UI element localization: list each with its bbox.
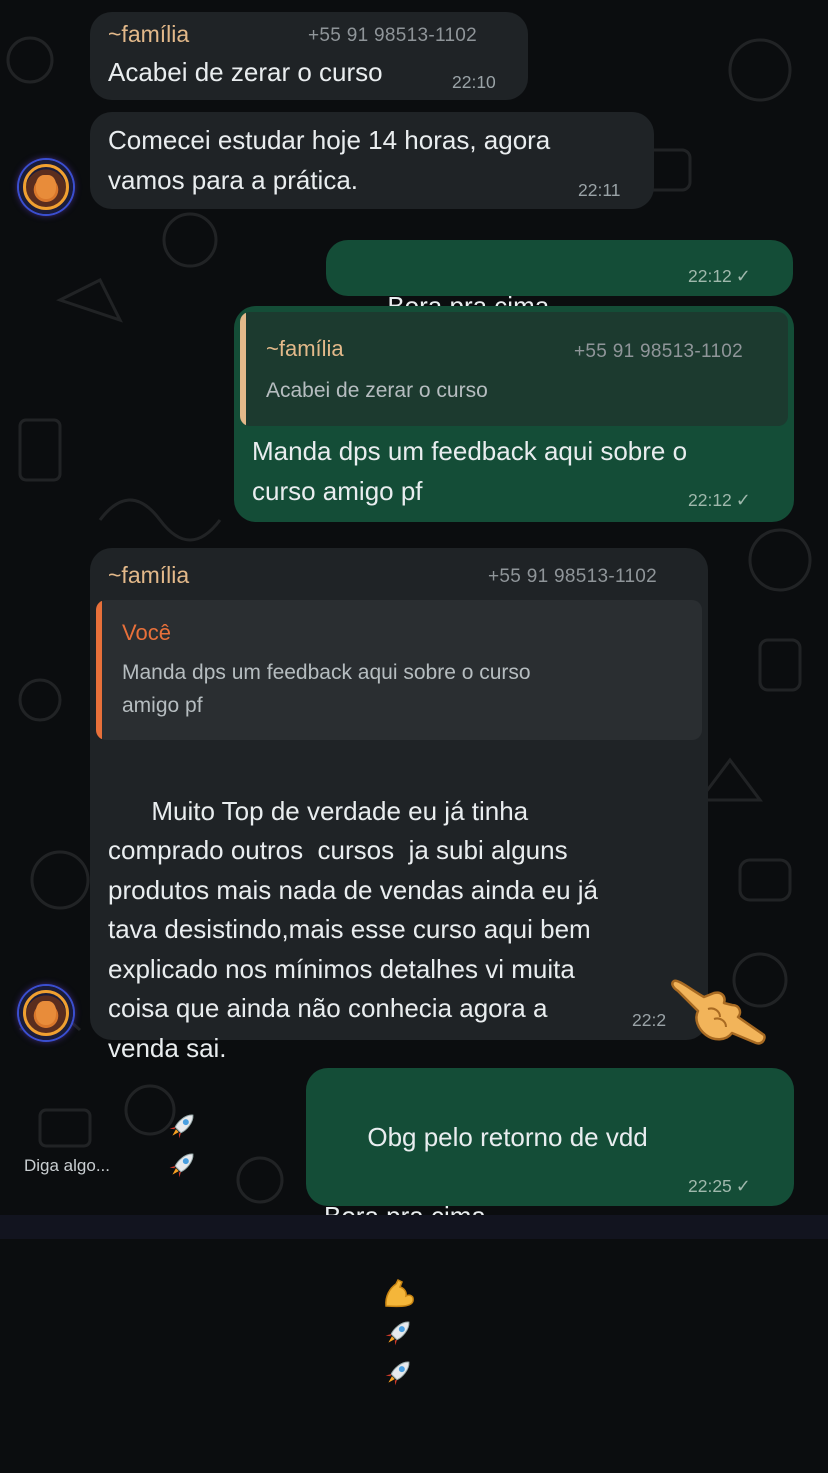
chat-thread: ~família +55 91 98513-1102 Acabei de zer… xyxy=(0,0,828,1385)
quoted-message[interactable]: Você Manda dps um feedback aqui sobre o … xyxy=(96,600,702,740)
contact-avatar[interactable] xyxy=(19,160,73,214)
quoted-sender: Você xyxy=(122,620,171,645)
message-text: Manda dps um feedback aqui sobre o curso… xyxy=(252,436,688,506)
rocket-icon xyxy=(385,1361,410,1385)
pointing-hand-icon xyxy=(671,979,766,1045)
sender-phone: +55 91 98513-1102 xyxy=(308,25,478,46)
message-time: 22:11 xyxy=(578,180,621,200)
outgoing-message[interactable]: ~família +55 91 98513-1102 Acabei de zer… xyxy=(234,306,794,522)
message-time-text: 22:25 xyxy=(688,1176,732,1196)
incoming-message[interactable]: Comecei estudar hoje 14 horas, agora vam… xyxy=(90,112,654,209)
emoji-group xyxy=(108,1112,200,1221)
incoming-message[interactable]: ~família +55 91 98513-1102 Você Manda dp… xyxy=(90,548,708,1178)
rocket-icon xyxy=(169,1114,194,1138)
emoji-group xyxy=(324,1278,416,1429)
sent-check-icon: ✓ xyxy=(735,266,751,286)
quoted-phone: +55 91 98513-1102 xyxy=(574,341,744,362)
quote-accent-bar xyxy=(96,600,102,740)
quoted-message[interactable]: ~família +55 91 98513-1102 Acabei de zer… xyxy=(240,312,788,426)
flexed-biceps-icon xyxy=(384,1278,414,1307)
outgoing-message[interactable]: Bora pra cima 22:12✓ xyxy=(326,240,793,475)
sender-name[interactable]: ~família xyxy=(108,562,189,589)
message-text: Obg pelo retorno de vdd Bora pra cima xyxy=(324,1078,648,1473)
message-input-placeholder[interactable]: Diga algo... xyxy=(24,1156,110,1176)
message-time-text: 22:12 xyxy=(688,266,732,286)
message-text: Acabei de zerar o curso xyxy=(108,57,383,87)
quoted-sender: ~família xyxy=(266,336,344,361)
sent-check-icon: ✓ xyxy=(735,490,751,510)
message-text: Comecei estudar hoje 14 horas, agora vam… xyxy=(108,125,551,195)
message-text-content: Muito Top de verdade eu já tinha comprad… xyxy=(108,795,599,1063)
sent-check-icon: ✓ xyxy=(735,1176,751,1196)
quoted-text: Manda dps um feedback aqui sobre o curso… xyxy=(122,661,531,717)
rocket-icon xyxy=(385,1321,410,1346)
outgoing-message[interactable]: Obg pelo retorno de vdd Bora pra cima 22… xyxy=(306,1068,794,1385)
contact-avatar[interactable] xyxy=(19,986,73,1040)
message-time: 22:12 ✓ xyxy=(688,490,751,511)
sender-phone: +55 91 98513-1102 xyxy=(488,566,658,587)
message-time-text: 22:12 xyxy=(688,490,732,510)
sender-name[interactable]: ~família xyxy=(108,21,189,48)
incoming-message[interactable]: ~família +55 91 98513-1102 Acabei de zer… xyxy=(90,12,528,100)
quote-accent-bar xyxy=(240,312,246,426)
message-time: 22:25 ✓ xyxy=(688,1176,751,1197)
message-time: 22:12 ✓ xyxy=(688,266,751,287)
quoted-text: Acabei de zerar o curso xyxy=(266,379,488,402)
message-time: 22:2 xyxy=(632,1010,667,1030)
bottom-bar xyxy=(0,1215,828,1239)
rocket-icon xyxy=(169,1153,194,1178)
message-time: 22:10 xyxy=(452,72,496,92)
